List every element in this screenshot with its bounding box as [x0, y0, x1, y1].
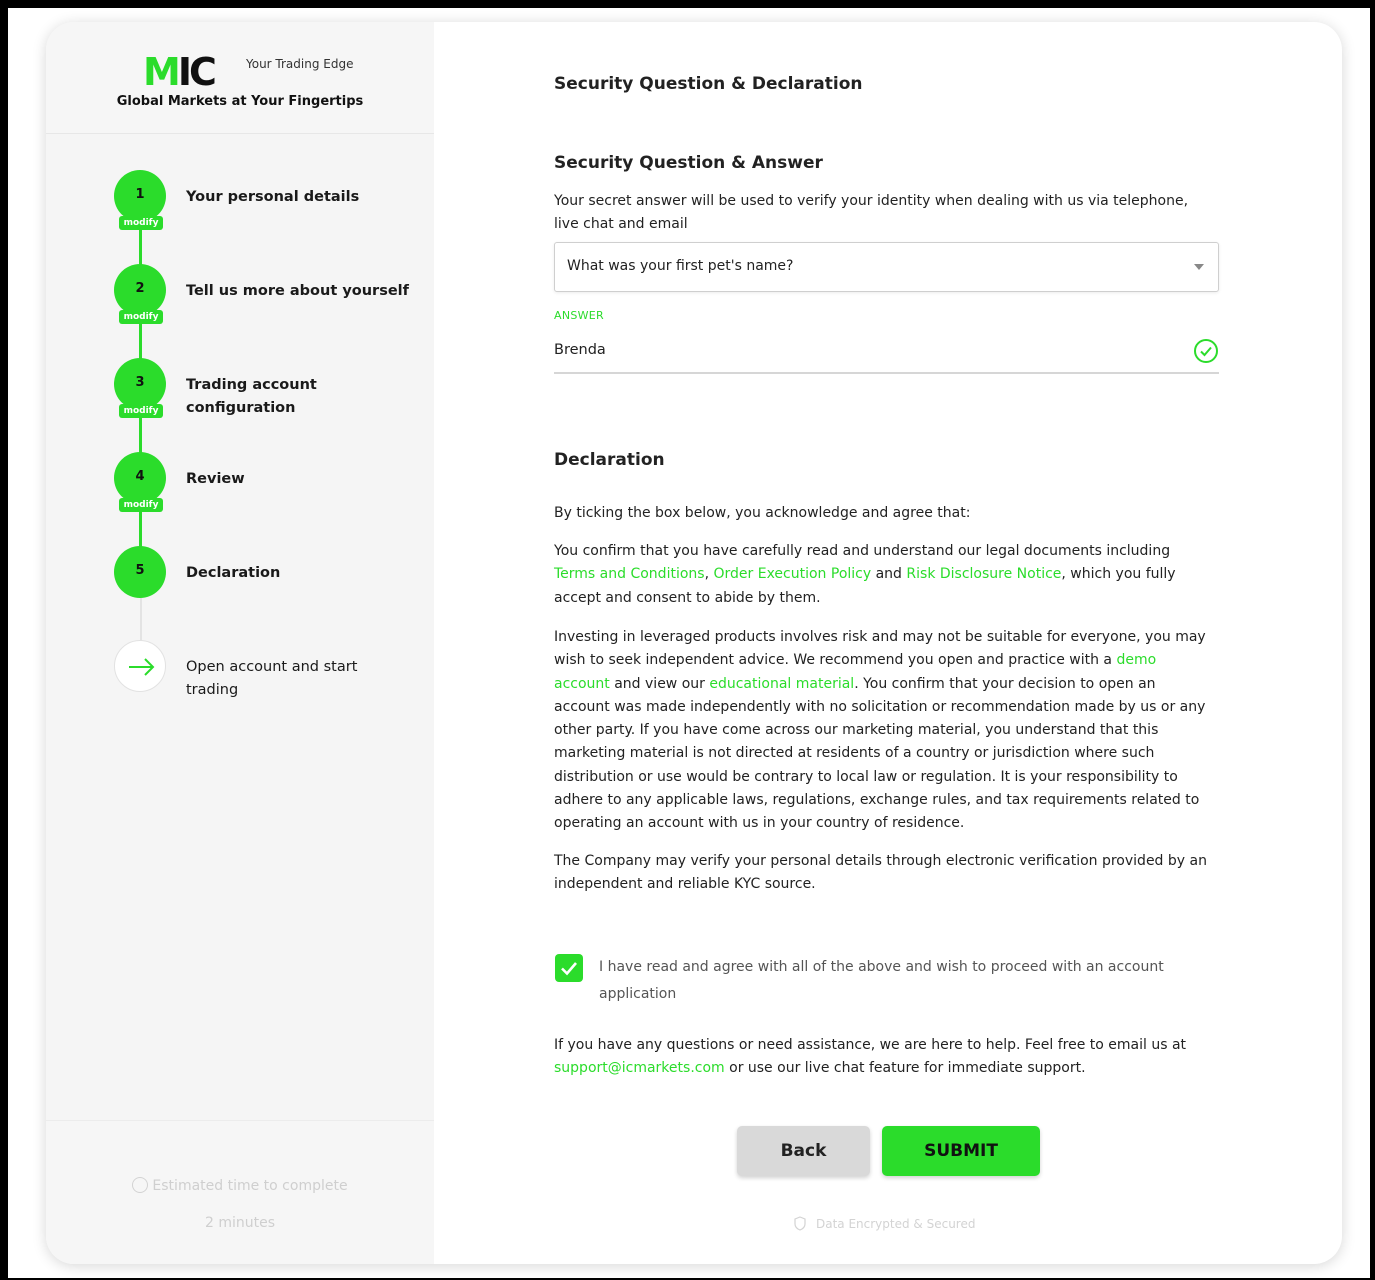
shield-icon	[794, 1216, 806, 1231]
clock-icon	[132, 1177, 149, 1193]
logo-text: IC	[177, 50, 217, 94]
step-number: 1	[114, 170, 166, 222]
agree-checkbox[interactable]	[555, 954, 583, 982]
arrow-right-icon	[114, 640, 166, 692]
step-label: Trading account configuration	[186, 377, 317, 416]
agree-checkbox-label[interactable]: I have read and agree with all of the ab…	[599, 954, 1199, 1008]
submit-button[interactable]: SUBMIT	[882, 1126, 1040, 1176]
logo: MIC Your Trading Edge	[143, 48, 353, 98]
step-number: 2	[114, 264, 166, 316]
security-description: Your secret answer will be used to verif…	[554, 193, 1189, 233]
modify-badge[interactable]: modify	[119, 216, 163, 230]
page-title: Security Question & Declaration	[554, 74, 863, 94]
brand-subtitle: Global Markets at Your Fingertips	[116, 94, 364, 109]
security-question-value: What was your first pet's name?	[567, 258, 794, 274]
support-email-link[interactable]: support@icmarkets.com	[554, 1060, 725, 1076]
security-heading: Security Question & Answer	[554, 153, 823, 173]
declaration-heading: Declaration	[554, 450, 665, 470]
step-label: Your personal details	[186, 189, 360, 205]
modify-badge[interactable]: modify	[119, 310, 163, 324]
secure-note-text: Data Encrypted & Secured	[816, 1217, 976, 1231]
declaration-paragraph-kyc: The Company may verify your personal det…	[554, 853, 1207, 893]
step-label: Tell us more about yourself	[186, 283, 409, 299]
window-frame: MIC Your Trading Edge Global Markets at …	[8, 8, 1370, 1278]
sidebar-footer: Estimated time to complete 2 minutes	[46, 1120, 434, 1264]
main-content: Security Question & Declaration Security…	[434, 22, 1342, 1264]
step-label: Review	[186, 471, 245, 487]
estimated-time-label: Estimated time to complete	[46, 1177, 434, 1194]
terms-link[interactable]: Terms and Conditions	[554, 566, 705, 582]
educational-material-link[interactable]: educational material	[709, 676, 854, 692]
step-label: Declaration	[186, 565, 281, 581]
step-number: 3	[114, 358, 166, 410]
chevron-down-icon	[1194, 264, 1204, 270]
declaration-paragraph-risk: Investing in leveraged products involves…	[554, 629, 1206, 832]
sidebar: MIC Your Trading Edge Global Markets at …	[46, 22, 434, 1264]
help-text: If you have any questions or need assist…	[554, 1037, 1187, 1077]
security-question-select[interactable]: What was your first pet's name?	[554, 242, 1219, 292]
step-label: Open account and start trading	[186, 659, 358, 698]
logo-tagline: Your Trading Edge	[246, 57, 354, 71]
declaration-paragraph-legal: You confirm that you have carefully read…	[554, 543, 1176, 606]
step-number: 5	[114, 546, 166, 598]
logo-m-mark: M	[143, 50, 181, 94]
declaration-intro: By ticking the box below, you acknowledg…	[554, 505, 971, 521]
check-circle-icon	[1194, 339, 1218, 363]
logo-mark: MIC	[143, 50, 217, 94]
estimated-time-value: 2 minutes	[204, 1215, 276, 1231]
brand-header: MIC Your Trading Edge Global Markets at …	[46, 22, 434, 134]
progress-line-remaining	[140, 596, 142, 642]
answer-label: ANSWER	[554, 309, 605, 322]
answer-value: Brenda	[554, 342, 606, 358]
risk-disclosure-link[interactable]: Risk Disclosure Notice	[906, 566, 1061, 582]
signup-card: MIC Your Trading Edge Global Markets at …	[46, 22, 1342, 1264]
modify-badge[interactable]: modify	[119, 404, 163, 418]
order-execution-link[interactable]: Order Execution Policy	[713, 566, 871, 582]
step-number: 4	[114, 452, 166, 504]
modify-badge[interactable]: modify	[119, 498, 163, 512]
answer-input[interactable]: Brenda	[554, 334, 1219, 374]
checkmark-icon	[561, 962, 577, 976]
back-button[interactable]: Back	[737, 1126, 870, 1176]
